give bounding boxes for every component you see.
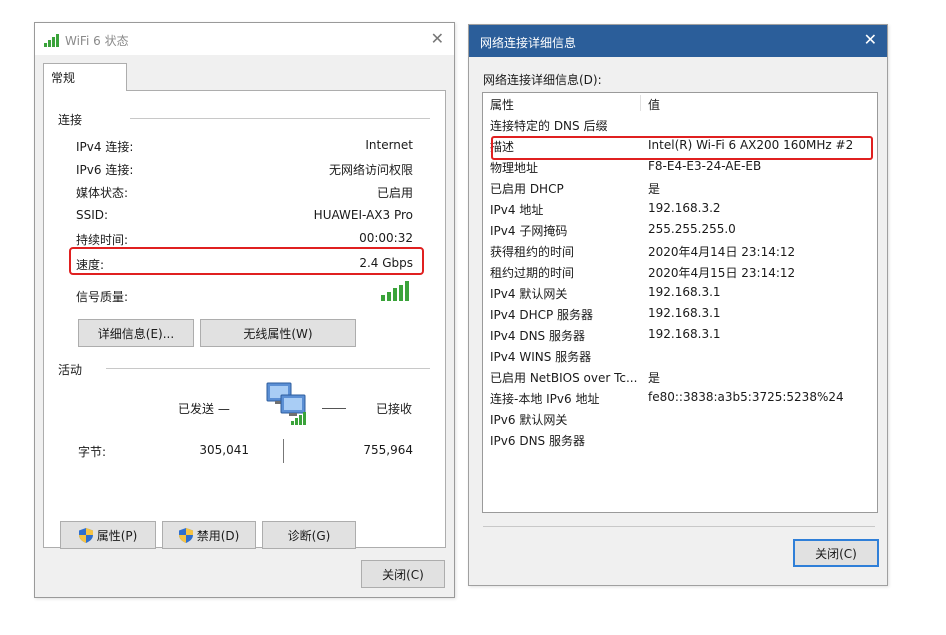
wifi-status-dialog: WiFi 6 状态 ✕ 常规 连接 IPv4 连接: Internet IPv6… xyxy=(34,22,455,598)
close-icon[interactable]: ✕ xyxy=(864,32,877,48)
sent-label: 已发送 — xyxy=(178,402,230,416)
bytes-divider xyxy=(283,439,284,463)
connection-group-label: 连接 xyxy=(58,111,83,128)
details-label: 网络连接详细信息(D): xyxy=(483,73,602,87)
property-name: IPv4 DNS 服务器 xyxy=(490,329,585,343)
property-value: fe80::3838:a3b5:3725:5238%24 xyxy=(648,390,844,404)
group-divider xyxy=(106,368,430,369)
tab-general[interactable]: 常规 xyxy=(43,63,127,91)
property-name: IPv4 地址 xyxy=(490,203,544,217)
property-value: 192.168.3.1 xyxy=(648,306,721,320)
network-details-dialog: 网络连接详细信息 ✕ 网络连接详细信息(D): 属性 值 连接特定的 DNS 后… xyxy=(468,24,888,586)
ssid-value: HUAWEI-AX3 Pro xyxy=(313,208,413,222)
properties-button[interactable]: 属性(P) xyxy=(60,521,156,549)
ipv6-value: 无网络访问权限 xyxy=(328,163,413,177)
window-title: WiFi 6 状态 xyxy=(65,34,129,48)
column-header-property[interactable]: 属性 xyxy=(490,96,514,113)
list-item[interactable]: IPv6 默认网关 xyxy=(483,408,877,429)
property-value: 192.168.3.2 xyxy=(648,201,721,215)
list-item[interactable]: 连接特定的 DNS 后缀 xyxy=(483,114,877,135)
list-item[interactable]: IPv6 DNS 服务器 xyxy=(483,429,877,450)
bytes-label: 字节: xyxy=(78,445,107,459)
footer-divider xyxy=(483,526,875,527)
window-title: 网络连接详细信息 xyxy=(480,36,577,50)
list-item[interactable]: 获得租约的时间 2020年4月14日 23:14:12 xyxy=(483,240,877,261)
property-name: IPv6 DNS 服务器 xyxy=(490,434,585,448)
list-item[interactable]: IPv4 WINS 服务器 xyxy=(483,345,877,366)
bytes-received-value: 755,964 xyxy=(363,443,413,457)
title-bar: WiFi 6 状态 ✕ xyxy=(35,23,454,55)
disable-button[interactable]: 禁用(D) xyxy=(162,521,256,549)
column-separator[interactable] xyxy=(640,95,641,111)
diagnose-button[interactable]: 诊断(G) xyxy=(262,521,356,549)
property-name: IPv6 默认网关 xyxy=(490,413,568,427)
property-name: IPv4 WINS 服务器 xyxy=(490,350,592,364)
property-value: 2020年4月15日 23:14:12 xyxy=(648,266,796,280)
media-state-label: 媒体状态: xyxy=(76,186,129,200)
property-name: 租约过期的时间 xyxy=(490,266,575,280)
property-name: 物理地址 xyxy=(490,161,539,175)
group-divider xyxy=(130,118,430,119)
ssid-label: SSID: xyxy=(76,208,109,222)
details-list[interactable]: 属性 值 连接特定的 DNS 后缀 描述 Intel(R) Wi-Fi 6 AX2… xyxy=(482,92,878,513)
speed-highlight xyxy=(69,247,424,275)
general-panel: 连接 IPv4 连接: Internet IPv6 连接: 无网络访问权限 媒体… xyxy=(43,90,446,549)
duration-value: 00:00:32 xyxy=(359,231,413,245)
close-button[interactable]: 关闭(C) xyxy=(793,539,879,567)
property-value: 192.168.3.1 xyxy=(648,327,721,341)
activity-group-label: 活动 xyxy=(58,361,83,378)
property-name: 连接特定的 DNS 后缀 xyxy=(490,119,608,133)
list-item[interactable]: IPv4 子网掩码 255.255.255.0 xyxy=(483,219,877,240)
ipv4-label: IPv4 连接: xyxy=(76,140,134,154)
property-value: 是 xyxy=(648,182,661,196)
list-header: 属性 值 xyxy=(483,93,877,114)
wireless-properties-button[interactable]: 无线属性(W) xyxy=(200,319,356,347)
list-item[interactable]: 连接-本地 IPv6 地址 fe80::3838:a3b5:3725:5238%2… xyxy=(483,387,877,408)
duration-label: 持续时间: xyxy=(76,233,129,247)
property-value: 2020年4月14日 23:14:12 xyxy=(648,245,796,259)
received-label: 已接收 xyxy=(376,402,413,416)
property-name: IPv4 DHCP 服务器 xyxy=(490,308,594,322)
property-name: 连接-本地 IPv6 地址 xyxy=(490,392,600,406)
media-state-value: 已启用 xyxy=(376,186,413,200)
property-name: IPv4 默认网关 xyxy=(490,287,568,301)
property-name: 获得租约的时间 xyxy=(490,245,575,259)
list-item[interactable]: IPv4 DHCP 服务器 192.168.3.1 xyxy=(483,303,877,324)
description-highlight xyxy=(491,136,873,160)
close-icon[interactable]: ✕ xyxy=(431,31,444,47)
property-value: 192.168.3.1 xyxy=(648,285,721,299)
property-name: 已启用 NetBIOS over Tc... xyxy=(490,371,638,385)
list-item[interactable]: IPv4 默认网关 192.168.3.1 xyxy=(483,282,877,303)
network-computers-icon xyxy=(266,382,306,425)
property-value: 是 xyxy=(648,371,661,385)
uac-shield-icon xyxy=(78,527,93,543)
list-item[interactable]: IPv4 地址 192.168.3.2 xyxy=(483,198,877,219)
property-value: F8-E4-E3-24-AE-EB xyxy=(648,159,762,173)
properties-button-label: 属性(P) xyxy=(96,528,138,543)
property-value: 255.255.255.0 xyxy=(648,222,736,236)
list-item[interactable]: 已启用 NetBIOS over Tc... 是 xyxy=(483,366,877,387)
signal-quality-label: 信号质量: xyxy=(76,290,129,304)
close-button[interactable]: 关闭(C) xyxy=(361,560,445,588)
property-name: IPv4 子网掩码 xyxy=(490,224,568,238)
column-header-value[interactable]: 值 xyxy=(648,96,660,113)
ipv6-label: IPv6 连接: xyxy=(76,163,134,177)
ipv4-value: Internet xyxy=(365,138,413,152)
disable-button-label: 禁用(D) xyxy=(196,528,240,543)
title-bar: 网络连接详细信息 ✕ xyxy=(469,25,887,57)
list-item[interactable]: 租约过期的时间 2020年4月15日 23:14:12 xyxy=(483,261,877,282)
signal-strength-icon xyxy=(381,281,409,301)
details-button[interactable]: 详细信息(E)... xyxy=(78,319,194,347)
received-dash xyxy=(322,408,346,409)
bytes-sent-value: 305,041 xyxy=(199,443,249,457)
wifi-signal-icon xyxy=(44,34,59,47)
property-name: 已启用 DHCP xyxy=(490,182,564,196)
list-item[interactable]: IPv4 DNS 服务器 192.168.3.1 xyxy=(483,324,877,345)
list-item[interactable]: 已启用 DHCP 是 xyxy=(483,177,877,198)
uac-shield-icon xyxy=(178,527,193,543)
